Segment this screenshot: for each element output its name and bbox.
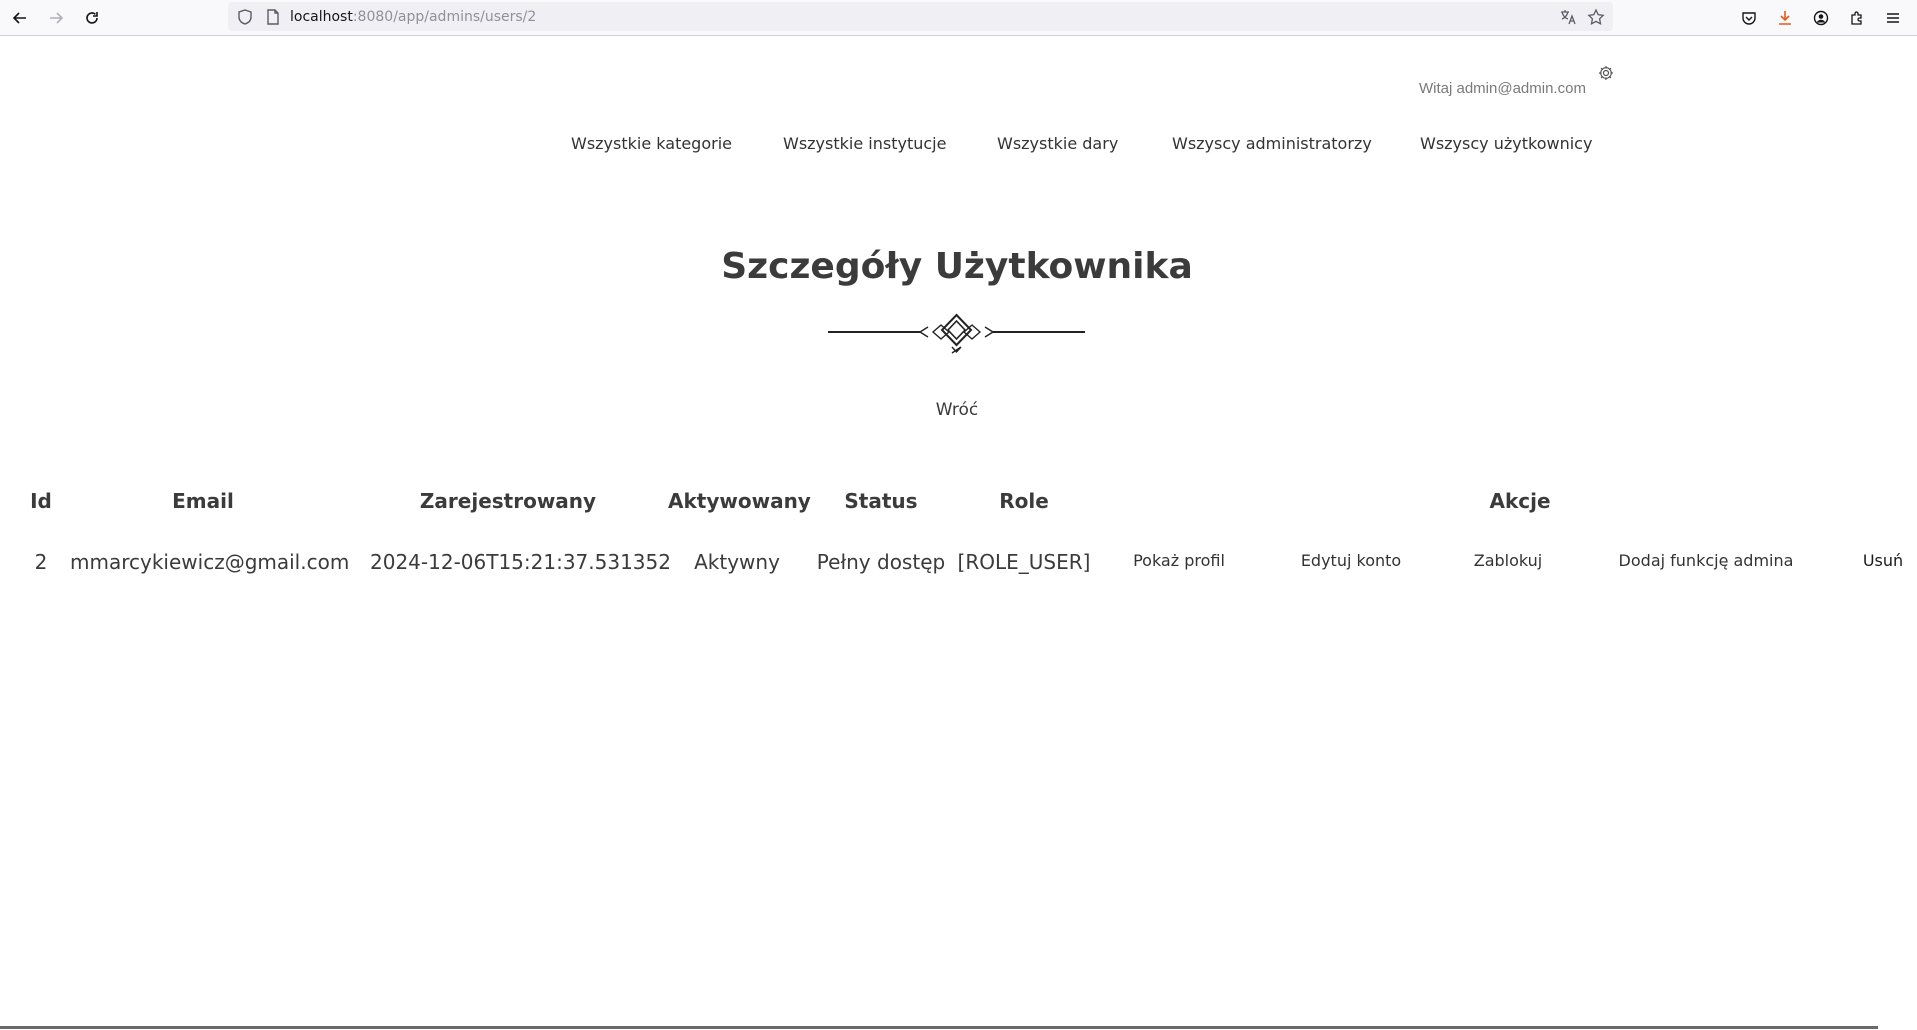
download-icon[interactable] [1771,4,1799,32]
nav-link-admins[interactable]: Wszyscy administratorzy [1172,134,1372,153]
page-bottom-border [0,1026,1878,1029]
page-icon[interactable] [264,8,282,26]
url-host: localhost [290,9,353,25]
cell-status: Pełny dostęp [816,550,946,574]
translate-icon[interactable] [1559,8,1577,26]
cell-email: mmarcykiewicz@gmail.com [70,550,350,574]
cell-activated: Aktywny [694,550,780,574]
column-header-registered: Zarejestrowany [419,489,597,513]
nav-link-donations[interactable]: Wszystkie dary [997,134,1118,153]
nav-link-users[interactable]: Wszyscy użytkownicy [1420,134,1592,153]
reload-icon[interactable] [78,4,106,32]
pocket-icon[interactable] [1735,4,1763,32]
gear-icon[interactable] [1597,64,1615,82]
back-link-label[interactable]: Wróć [936,400,978,420]
url-bar[interactable]: localhost:8080/app/admins/users/2 [228,2,1613,31]
greeting-text: Witaj admin@admin.com [1419,80,1586,97]
account-icon[interactable] [1807,4,1835,32]
url-text[interactable]: localhost:8080/app/admins/users/2 [290,9,536,25]
cell-role: [ROLE_USER] [957,550,1091,574]
forward-arrow-icon[interactable] [42,4,70,32]
main-nav: Wszystkie kategorie Wszystkie instytucje… [0,130,1917,160]
extensions-icon[interactable] [1843,4,1871,32]
bookmark-star-icon[interactable] [1587,8,1605,26]
column-header-role: Role [999,489,1049,513]
edit-account-link[interactable]: Edytuj konto [1294,551,1408,570]
menu-icon[interactable] [1879,4,1907,32]
decorative-divider [828,313,1085,354]
column-header-actions: Akcje [1489,489,1551,513]
show-profile-link[interactable]: Pokaż profil [1118,551,1240,570]
nav-link-institutions[interactable]: Wszystkie instytucje [783,134,946,153]
column-header-status: Status [844,489,918,513]
column-header-email: Email [172,489,234,513]
add-admin-role-link[interactable]: Dodaj funkcję admina [1614,551,1798,570]
browser-toolbar: localhost:8080/app/admins/users/2 [0,0,1917,36]
url-path: :8080/app/admins/users/2 [352,9,537,25]
nav-link-categories[interactable]: Wszystkie kategorie [571,134,732,153]
cell-id: 2 [34,550,48,574]
page-title: Szczegóły Użytkownika [721,246,1193,287]
back-arrow-icon[interactable] [6,4,34,32]
column-header-activated: Aktywowany [668,489,811,513]
column-header-id: Id [30,489,52,513]
cell-registered: 2024-12-06T15:21:37.531352 [370,550,671,574]
back-link[interactable]: Wróć [0,400,1914,420]
delete-user-link[interactable]: Usuń [1858,551,1908,570]
block-user-link[interactable]: Zablokuj [1468,551,1548,570]
shield-icon[interactable] [236,8,254,26]
